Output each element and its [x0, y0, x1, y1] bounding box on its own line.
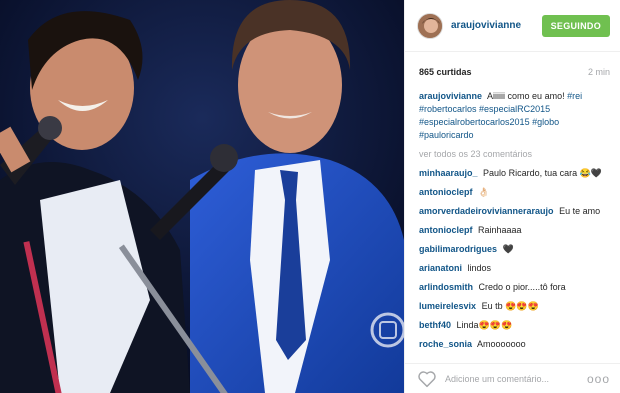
post-header: araujovivianne SEGUINDO [405, 0, 620, 52]
comment-bar: Adicione um comentário... ooo [405, 363, 620, 393]
post-meta: 865 curtidas 2 min [405, 52, 620, 92]
hashtag[interactable]: #globo [532, 117, 559, 127]
comment-item: arlindosmith Credo o pior.....tô fora [419, 281, 612, 294]
comment-item: bethf40 Linda😍😍😍 [419, 319, 612, 332]
caption: araujovivianne Aiiiiii como eu amo! #rei… [419, 90, 612, 142]
following-button[interactable]: SEGUINDO [541, 14, 610, 37]
photo-illustration [0, 0, 404, 393]
comment-item: antonioclepf Rainhaaaa [419, 224, 612, 237]
comment-text: Amooooooo [477, 339, 526, 349]
comment-text: Rainhaaaa [478, 225, 522, 235]
comment-username[interactable]: amorverdadeirovivianneraraujo [419, 206, 554, 216]
likes-count[interactable]: 865 curtidas [419, 67, 472, 77]
comment-username[interactable]: antonioclepf [419, 225, 473, 235]
comment-username[interactable]: antonioclepf [419, 187, 473, 197]
caption-text: Aiiiiii como eu amo! [487, 91, 565, 101]
comment-username[interactable]: arlindosmith [419, 282, 473, 292]
comment-item: gabilimarodrigues 🖤 [419, 243, 612, 256]
comment-text: Eu te amo [559, 206, 601, 216]
comment-text: Credo o pior.....tô fora [478, 282, 566, 292]
more-options-icon[interactable]: ooo [587, 372, 610, 386]
hashtag[interactable]: #pauloricardo [419, 130, 474, 140]
caption-username[interactable]: araujovivianne [419, 91, 482, 101]
comment-item: amorverdadeirovivianneraraujo Eu te amo [419, 205, 612, 218]
comment-username[interactable]: gabilimarodrigues [419, 244, 497, 254]
comment-username[interactable]: arianatoni [419, 263, 462, 273]
heart-icon[interactable] [417, 370, 437, 388]
comment-username[interactable]: roche_sonia [419, 339, 472, 349]
view-all-comments-link[interactable]: ver todos os 23 comentários [419, 148, 612, 161]
comments-list[interactable]: araujovivianne Aiiiiii como eu amo! #rei… [419, 90, 612, 357]
avatar[interactable] [417, 12, 443, 39]
comment-item: roche_sonia Amooooooo [419, 338, 612, 351]
post-photo[interactable] [0, 0, 404, 393]
post-username[interactable]: araujovivianne [451, 20, 542, 31]
comment-text: Paulo Ricardo, tua cara 😂🖤 [483, 168, 603, 178]
add-comment-input[interactable]: Adicione um comentário... [445, 374, 587, 384]
comment-text: 🖤 [502, 244, 514, 254]
hashtag[interactable]: #especialrobertocarlos2015 [419, 117, 530, 127]
comment-text: Eu tb 😍😍😍 [481, 301, 539, 311]
hashtag[interactable]: #especialRC2015 [479, 104, 550, 114]
comment-username[interactable]: lumeirelesvix [419, 301, 476, 311]
hashtag[interactable]: #rei [567, 91, 582, 101]
comment-username[interactable]: bethf40 [419, 320, 451, 330]
comment-text: Linda😍😍😍 [456, 320, 513, 330]
post-time[interactable]: 2 min [588, 67, 610, 77]
comment-item: arianatoni lindos [419, 262, 612, 275]
post-panel: araujovivianne SEGUINDO 865 curtidas 2 m… [404, 0, 620, 393]
comment-text: lindos [467, 263, 492, 273]
comment-item: antonioclepf 👌🏻 [419, 186, 612, 199]
comment-text: 👌🏻 [478, 187, 490, 197]
hashtag[interactable]: #robertocarlos [419, 104, 477, 114]
comment-item: minhaaraujo_ Paulo Ricardo, tua cara 😂🖤 [419, 167, 612, 180]
comment-item: lumeirelesvix Eu tb 😍😍😍 [419, 300, 612, 313]
comment-username[interactable]: minhaaraujo_ [419, 168, 478, 178]
